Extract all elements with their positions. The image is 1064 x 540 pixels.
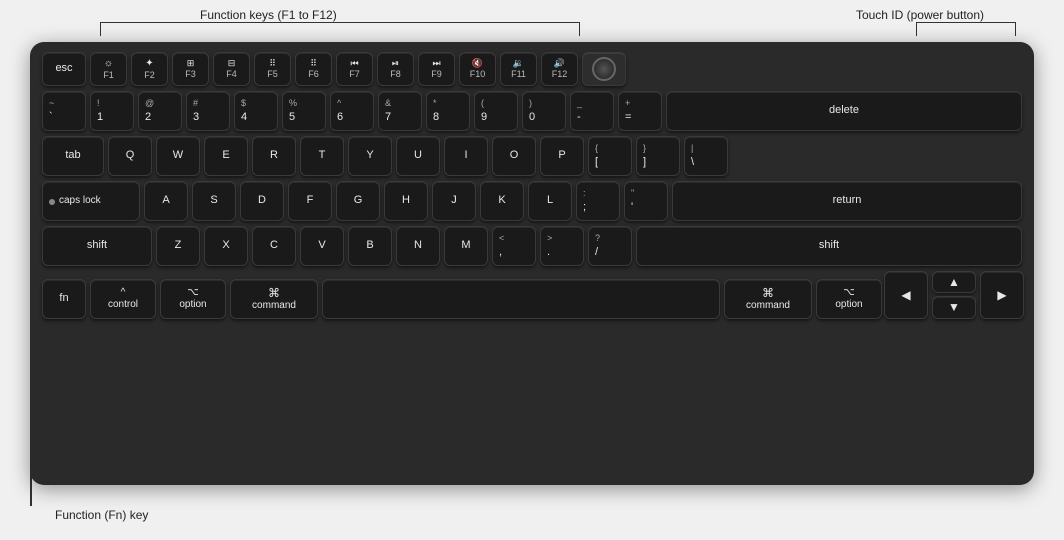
key-arrow-up[interactable]: ▲ bbox=[932, 271, 976, 293]
key-9[interactable]: (9 bbox=[474, 91, 518, 131]
key-lcommand[interactable]: ⌘ command bbox=[230, 279, 318, 319]
key-s[interactable]: S bbox=[192, 181, 236, 221]
key-minus[interactable]: _- bbox=[570, 91, 614, 131]
key-l[interactable]: L bbox=[528, 181, 572, 221]
key-d[interactable]: D bbox=[240, 181, 284, 221]
key-period[interactable]: >. bbox=[540, 226, 584, 266]
key-f8[interactable]: ⏯F8 bbox=[377, 52, 414, 86]
function-keys-label: Function keys (F1 to F12) bbox=[200, 8, 337, 22]
key-4[interactable]: $4 bbox=[234, 91, 278, 131]
key-b[interactable]: B bbox=[348, 226, 392, 266]
key-return[interactable]: return bbox=[672, 181, 1022, 221]
key-7[interactable]: &7 bbox=[378, 91, 422, 131]
key-arrow-left[interactable]: ◀ bbox=[884, 271, 928, 319]
key-8[interactable]: *8 bbox=[426, 91, 470, 131]
bottom-row: fn ^ control ⌥ option ⌘ command ⌘ comman… bbox=[42, 271, 1022, 319]
key-j[interactable]: J bbox=[432, 181, 476, 221]
key-f[interactable]: F bbox=[288, 181, 332, 221]
key-3[interactable]: #3 bbox=[186, 91, 230, 131]
key-f1[interactable]: ☼F1 bbox=[90, 52, 127, 86]
key-loption[interactable]: ⌥ option bbox=[160, 279, 226, 319]
key-p[interactable]: P bbox=[540, 136, 584, 176]
key-tab[interactable]: tab bbox=[42, 136, 104, 176]
key-i[interactable]: I bbox=[444, 136, 488, 176]
key-c[interactable]: C bbox=[252, 226, 296, 266]
key-delete[interactable]: delete bbox=[666, 91, 1022, 131]
key-x[interactable]: X bbox=[204, 226, 248, 266]
touchid-label: Touch ID (power button) bbox=[856, 8, 984, 22]
up-down-arrows: ▲ ▼ bbox=[932, 271, 976, 319]
key-quote[interactable]: "' bbox=[624, 181, 668, 221]
key-m[interactable]: M bbox=[444, 226, 488, 266]
key-lshift[interactable]: shift bbox=[42, 226, 152, 266]
key-y[interactable]: Y bbox=[348, 136, 392, 176]
key-o[interactable]: O bbox=[492, 136, 536, 176]
key-rbracket[interactable]: }] bbox=[636, 136, 680, 176]
capslock-label: caps lock bbox=[59, 195, 101, 207]
keyboard: esc ☼F1 ✦F2 ⊞F3 ⊟F4 ⠿F5 ⠿F6 ⏮F7 ⏯F8 ⏭F9 … bbox=[30, 42, 1034, 485]
key-q[interactable]: Q bbox=[108, 136, 152, 176]
key-arrow-right[interactable]: ▶ bbox=[980, 271, 1024, 319]
key-f7[interactable]: ⏮F7 bbox=[336, 52, 373, 86]
key-f5[interactable]: ⠿F5 bbox=[254, 52, 291, 86]
key-t[interactable]: T bbox=[300, 136, 344, 176]
arrow-top-row: ◀ ▲ ▼ ▶ bbox=[886, 271, 1022, 319]
key-backslash[interactable]: |\ bbox=[684, 136, 728, 176]
key-comma[interactable]: <, bbox=[492, 226, 536, 266]
key-h[interactable]: H bbox=[384, 181, 428, 221]
key-v[interactable]: V bbox=[300, 226, 344, 266]
key-lbracket[interactable]: {[ bbox=[588, 136, 632, 176]
key-w[interactable]: W bbox=[156, 136, 200, 176]
shift-row: shift Z X C V B N M <, >. ?/ shift bbox=[42, 226, 1022, 266]
key-roption[interactable]: ⌥ option bbox=[816, 279, 882, 319]
key-equals[interactable]: += bbox=[618, 91, 662, 131]
key-backtick[interactable]: ~` bbox=[42, 91, 86, 131]
number-row: ~` !1 @2 #3 $4 %5 ^6 &7 *8 (9 )0 bbox=[42, 91, 1022, 131]
top-annotations: Function keys (F1 to F12) Touch ID (powe… bbox=[0, 8, 1064, 22]
touchid-bracket bbox=[916, 22, 1016, 36]
key-slash[interactable]: ?/ bbox=[588, 226, 632, 266]
key-a[interactable]: A bbox=[144, 181, 188, 221]
key-f2[interactable]: ✦F2 bbox=[131, 52, 168, 86]
capslock-led bbox=[49, 199, 55, 205]
key-u[interactable]: U bbox=[396, 136, 440, 176]
key-rcommand[interactable]: ⌘ command bbox=[724, 279, 812, 319]
tab-row: tab Q W E R T Y U I O P {[ }] |\ bbox=[42, 136, 1022, 176]
arrow-key-cluster: ◀ ▲ ▼ ▶ bbox=[886, 271, 1022, 319]
key-e[interactable]: E bbox=[204, 136, 248, 176]
key-g[interactable]: G bbox=[336, 181, 380, 221]
key-esc[interactable]: esc bbox=[42, 52, 86, 86]
key-capslock[interactable]: caps lock bbox=[42, 181, 140, 221]
key-f6[interactable]: ⠿F6 bbox=[295, 52, 332, 86]
fn-row: esc ☼F1 ✦F2 ⊞F3 ⊟F4 ⠿F5 ⠿F6 ⏮F7 ⏯F8 ⏭F9 … bbox=[42, 52, 1022, 86]
function-keys-bracket bbox=[100, 22, 580, 36]
key-2[interactable]: @2 bbox=[138, 91, 182, 131]
key-r[interactable]: R bbox=[252, 136, 296, 176]
key-space[interactable] bbox=[322, 279, 720, 319]
key-arrow-down[interactable]: ▼ bbox=[932, 296, 976, 318]
key-0[interactable]: )0 bbox=[522, 91, 566, 131]
key-f10[interactable]: 🔇F10 bbox=[459, 52, 496, 86]
caps-row: caps lock A S D F G H J K L :; "' return bbox=[42, 181, 1022, 221]
key-z[interactable]: Z bbox=[156, 226, 200, 266]
key-f12[interactable]: 🔊F12 bbox=[541, 52, 578, 86]
key-f4[interactable]: ⊟F4 bbox=[213, 52, 250, 86]
fn-key-annotation: Function (Fn) key bbox=[55, 508, 148, 522]
key-f3[interactable]: ⊞F3 bbox=[172, 52, 209, 86]
key-n[interactable]: N bbox=[396, 226, 440, 266]
key-rshift[interactable]: shift bbox=[636, 226, 1022, 266]
key-6[interactable]: ^6 bbox=[330, 91, 374, 131]
touchid-sensor bbox=[592, 57, 616, 81]
key-semicolon[interactable]: :; bbox=[576, 181, 620, 221]
key-touchid[interactable] bbox=[582, 52, 626, 86]
key-fn[interactable]: fn bbox=[42, 279, 86, 319]
key-k[interactable]: K bbox=[480, 181, 524, 221]
key-1[interactable]: !1 bbox=[90, 91, 134, 131]
key-f11[interactable]: 🔉F11 bbox=[500, 52, 537, 86]
key-f9[interactable]: ⏭F9 bbox=[418, 52, 455, 86]
key-5[interactable]: %5 bbox=[282, 91, 326, 131]
key-control[interactable]: ^ control bbox=[90, 279, 156, 319]
